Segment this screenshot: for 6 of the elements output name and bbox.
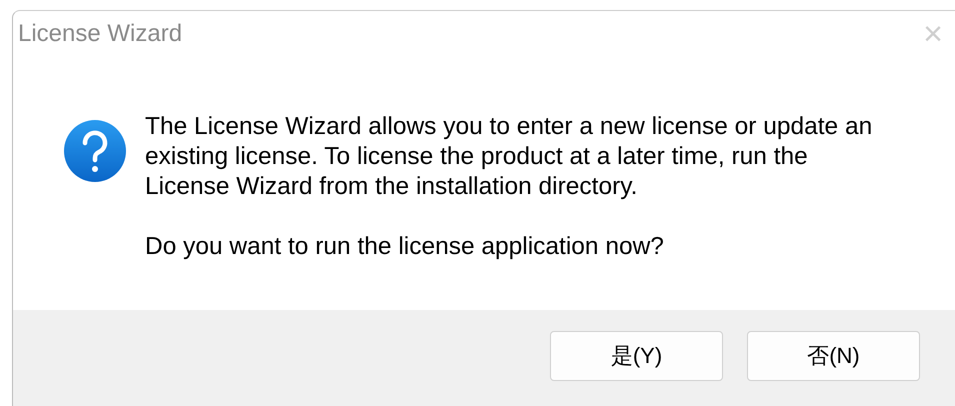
message-text: The License Wizard allows you to enter a new license or update an existing license. To license the product at a later time, run the License Wizard from the installation directory. [145, 112, 874, 202]
window-title: License Wizard [18, 20, 182, 48]
message-text: Do you want to run the license application now? [145, 232, 665, 262]
dialog-button[interactable]: 否(N) [747, 331, 920, 381]
dialog-button[interactable]: 是(Y) [550, 331, 723, 381]
question-icon [63, 119, 127, 183]
